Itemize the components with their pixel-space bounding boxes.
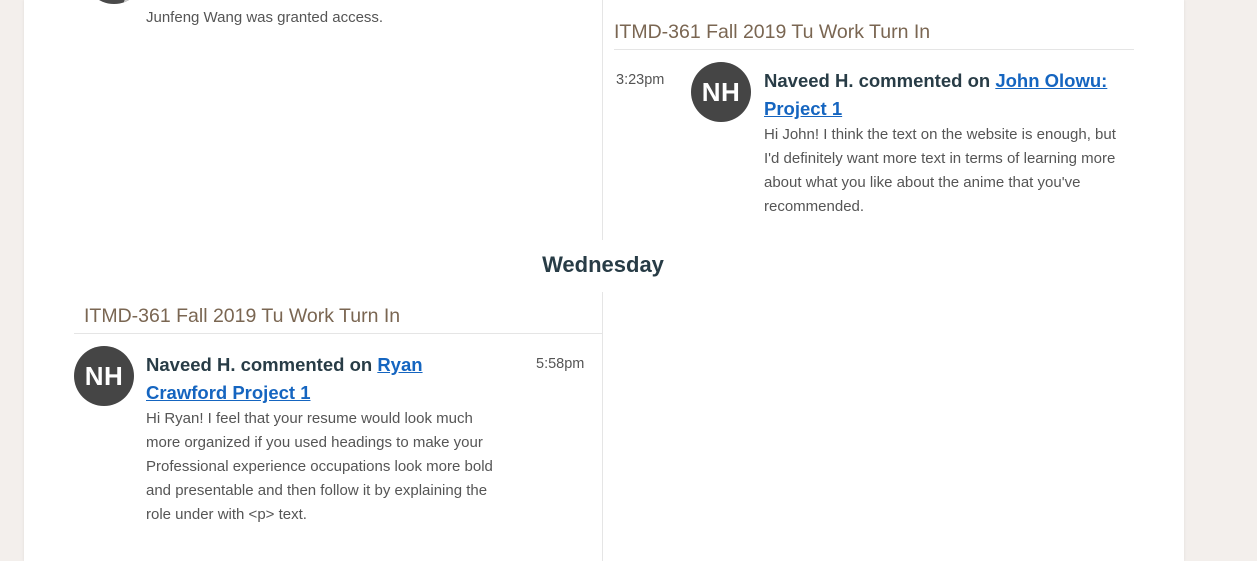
comment-body-left: Hi Ryan! I feel that your resume would l… — [146, 410, 493, 523]
actor-text: Naveed H. commented on — [764, 70, 991, 91]
comment-headline-right: Naveed H. commented on John Olowu: Proje… — [764, 67, 1134, 123]
comment-headline-left: Naveed H. commented on Ryan Crawford Pro… — [146, 351, 476, 407]
course-header-right[interactable]: ITMD-361 Fall 2019 Tu Work Turn In — [614, 21, 1134, 50]
day-heading: Wednesday — [503, 240, 703, 292]
avatar-naveed-left[interactable]: NH — [74, 346, 134, 406]
timeline-divider-top — [602, 0, 603, 240]
avatar-naveed-right[interactable]: NH — [691, 62, 751, 122]
comment-body-right: Hi John! I think the text on the website… — [764, 126, 1116, 215]
course-header-left[interactable]: ITMD-361 Fall 2019 Tu Work Turn In — [74, 305, 602, 334]
actor-text: Naveed H. commented on — [146, 354, 373, 375]
access-granted-text: Junfeng Wang was granted access. — [146, 9, 384, 26]
comment-time-right: 3:23pm — [616, 72, 665, 88]
timeline-divider-bottom — [602, 292, 603, 561]
comment-time-left: 5:58pm — [536, 356, 585, 372]
